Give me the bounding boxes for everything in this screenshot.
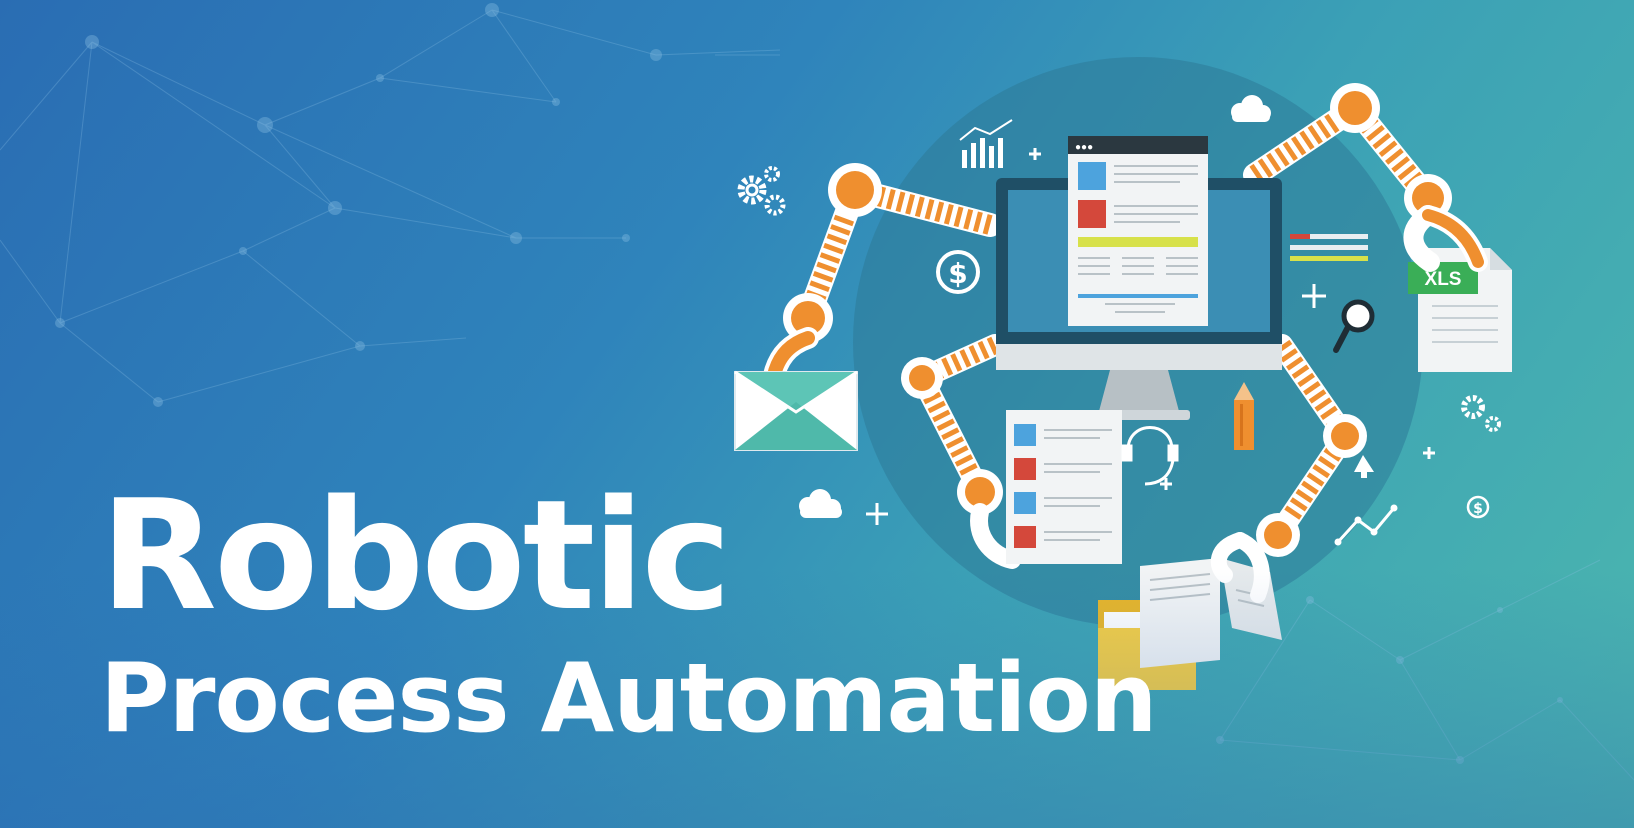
title-process-automation: Process Automation bbox=[100, 644, 1157, 754]
svg-text:$: $ bbox=[1473, 501, 1483, 517]
title-robotic: Robotic bbox=[100, 467, 732, 644]
document-icon: ●●● bbox=[1068, 136, 1208, 326]
dollar-icon-small: $ bbox=[1466, 495, 1490, 519]
window-dots: ●●● bbox=[1075, 142, 1093, 153]
xls-file-icon: XLS bbox=[1403, 205, 1512, 372]
progress-bars-icon bbox=[1290, 234, 1368, 261]
xls-badge-label: XLS bbox=[1425, 269, 1462, 290]
svg-text:$: $ bbox=[948, 257, 967, 290]
envelope-icon bbox=[734, 370, 858, 451]
headline: Robotic Process Automation bbox=[100, 467, 1157, 754]
rpa-banner: XLS ●●● $ $ Robotic Process Automation bbox=[0, 0, 1634, 828]
gears-icon-small bbox=[1461, 395, 1501, 432]
gears-icon bbox=[737, 166, 786, 216]
